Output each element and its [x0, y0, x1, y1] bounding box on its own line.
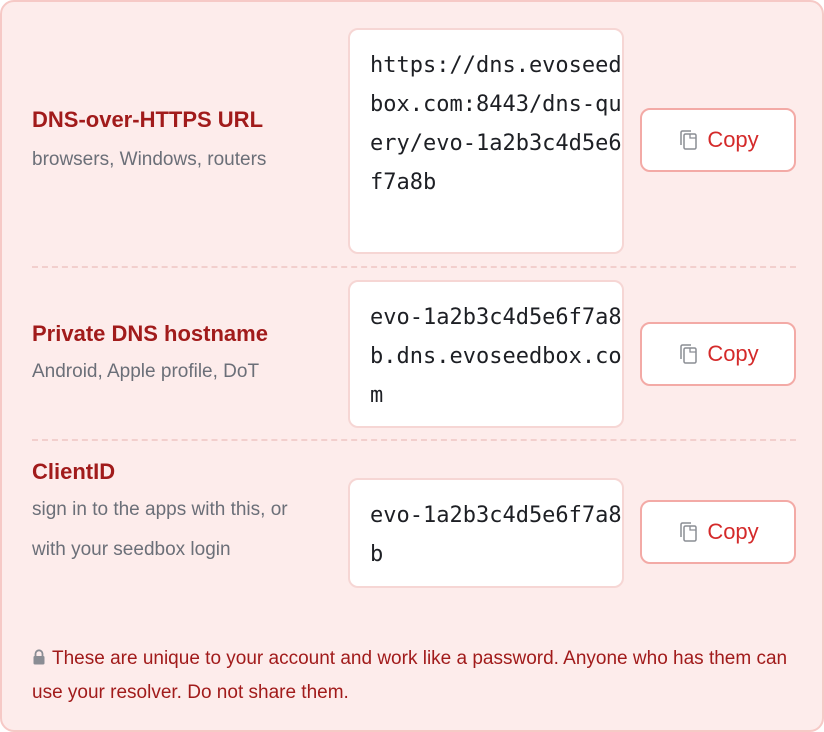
private-dns-value[interactable]: evo-1a2b3c4d5e6f7a8b.dns.evoseedbox.com: [348, 280, 624, 428]
row-divider: [32, 266, 796, 268]
copy-icon: [677, 520, 701, 544]
dns-credentials-card: DNS-over-HTTPS URL browsers, Windows, ro…: [0, 0, 824, 732]
row-subtitle: sign in to the apps with this, or with y…: [32, 499, 288, 560]
security-warning: These are unique to your account and wor…: [32, 642, 792, 710]
row-title: ClientID: [32, 459, 116, 484]
private-dns-label-group: Private DNS hostname Android, Apple prof…: [32, 320, 332, 392]
copy-label: Copy: [707, 127, 759, 152]
copy-doh-url-button[interactable]: Copy: [640, 108, 796, 172]
copy-private-dns-button[interactable]: Copy: [640, 322, 796, 386]
warning-text: These are unique to your account and wor…: [32, 648, 788, 703]
clientid-label-group: ClientID sign in to the apps with this, …: [32, 458, 322, 570]
lock-icon: [32, 648, 52, 669]
copy-label: Copy: [707, 519, 759, 544]
copy-label: Copy: [707, 341, 759, 366]
row-subtitle: Android, Apple profile, DoT: [32, 361, 260, 382]
doh-url-label-group: DNS-over-HTTPS URL browsers, Windows, ro…: [32, 106, 332, 180]
copy-icon: [677, 342, 701, 366]
row-subtitle: browsers, Windows, routers: [32, 149, 267, 170]
clientid-value[interactable]: evo-1a2b3c4d5e6f7a8b: [348, 478, 624, 588]
row-title: Private DNS hostname: [32, 321, 268, 346]
copy-icon: [677, 128, 701, 152]
row-title: DNS-over-HTTPS URL: [32, 107, 264, 132]
doh-url-value[interactable]: https://dns.evoseedbox.com:8443/dns-quer…: [348, 28, 624, 254]
copy-clientid-button[interactable]: Copy: [640, 500, 796, 564]
row-divider: [32, 439, 796, 441]
